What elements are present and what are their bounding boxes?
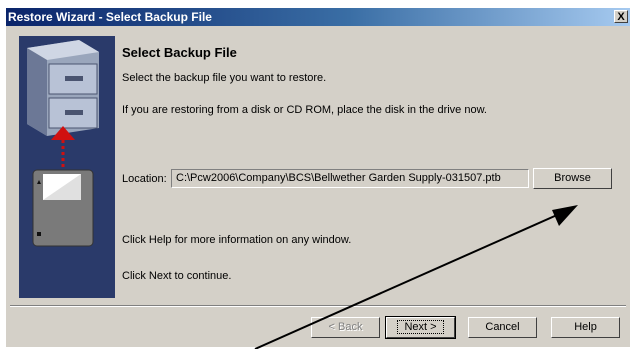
annotation-arrow xyxy=(254,205,578,349)
annotation-arrow-head xyxy=(552,205,578,226)
annotation-arrow-line xyxy=(254,210,567,349)
